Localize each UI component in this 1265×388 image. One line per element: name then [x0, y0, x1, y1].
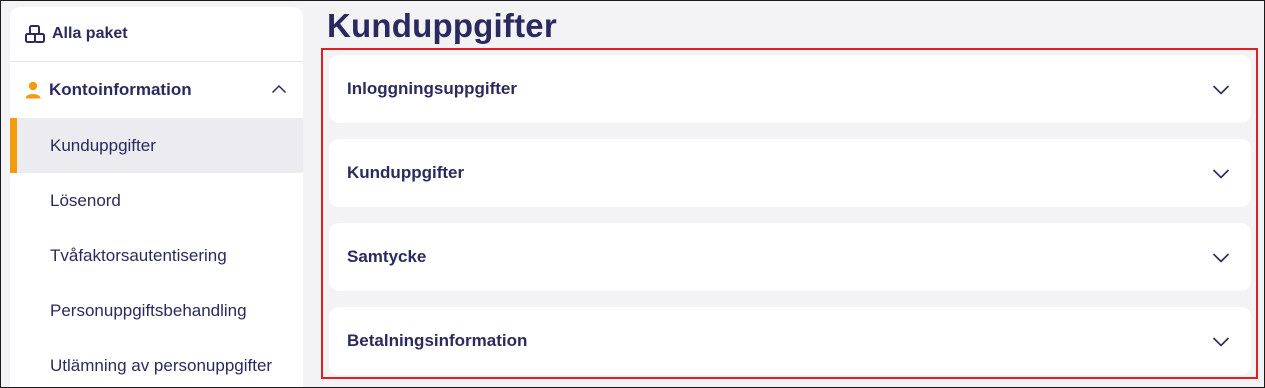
sidebar-top-label: Alla paket	[52, 25, 128, 42]
sidebar-item-kunduppgifter[interactable]: Kunduppgifter	[10, 118, 303, 173]
chevron-up-icon[interactable]	[271, 81, 287, 99]
sidebar-item-personuppgiftsbehandling[interactable]: Personuppgiftsbehandling	[10, 283, 303, 338]
sidebar-item-label: Personuppgiftsbehandling	[50, 300, 247, 320]
sidebar: Alla paket Kontoinformation Kunduppgifte…	[10, 7, 303, 387]
packages-icon	[25, 24, 45, 44]
sidebar-item-label: Kunduppgifter	[50, 135, 156, 155]
highlight-box	[321, 48, 1258, 379]
sidebar-item-all-packages[interactable]: Alla paket	[10, 7, 303, 62]
sidebar-item-label: Tvåfaktorsautentisering	[50, 245, 227, 265]
sidebar-item-losenord[interactable]: Lösenord	[10, 173, 303, 228]
sidebar-item-label: Lösenord	[50, 190, 121, 210]
sidebar-section-kontoinformation[interactable]: Kontoinformation	[10, 62, 303, 118]
person-icon	[25, 81, 43, 99]
window-frame: Alla paket Kontoinformation Kunduppgifte…	[0, 0, 1265, 388]
sidebar-item-utlamning[interactable]: Utlämning av personuppgifter	[10, 338, 303, 387]
sidebar-item-label: Utlämning av personuppgifter	[50, 355, 273, 375]
sidebar-item-tvafaktorsautentisering[interactable]: Tvåfaktorsautentisering	[10, 228, 303, 283]
page-title: Kunduppgifter	[327, 7, 557, 44]
sidebar-section-label: Kontoinformation	[49, 80, 192, 99]
